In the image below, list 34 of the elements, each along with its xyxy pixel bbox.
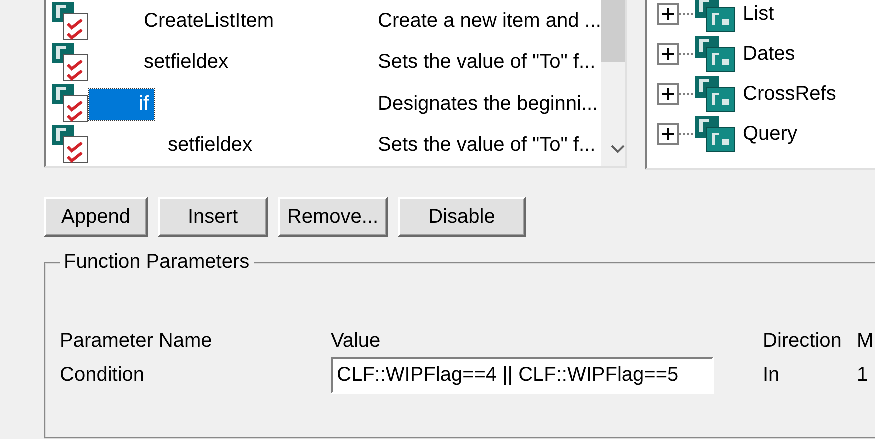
direction-value: In — [763, 364, 781, 387]
function-group-icon — [695, 116, 735, 152]
tree-item[interactable]: Query — [743, 122, 798, 146]
column-header: Value — [331, 330, 382, 353]
expand-icon[interactable] — [657, 43, 679, 65]
group-title: Function Parameters — [63, 251, 251, 274]
value-field[interactable]: CLF::WIPFlag==4 || CLF::WIPFlag==5 — [331, 357, 714, 394]
expand-icon[interactable] — [657, 83, 679, 105]
column-header: Parameter Name — [60, 330, 214, 353]
tree-item[interactable]: List — [743, 2, 774, 26]
function-name[interactable]: if — [89, 88, 154, 120]
parameter-name: Condition — [60, 364, 146, 387]
function-description: Create a new item and ... — [378, 10, 602, 34]
function-group-icon — [695, 76, 735, 112]
table-cell-text: 1 — [857, 364, 870, 387]
tree-item[interactable]: Dates — [743, 42, 796, 66]
column-header: M — [857, 330, 875, 353]
scrollbar[interactable] — [601, 0, 625, 166]
action-button[interactable]: Insert — [158, 197, 268, 237]
chevron-down-icon[interactable] — [611, 144, 625, 154]
column-header: Direction — [763, 330, 843, 353]
action-button[interactable]: Remove... — [278, 197, 388, 237]
function-group-icon — [695, 36, 735, 72]
function-description: Designates the beginni... — [378, 92, 598, 116]
function-name[interactable]: setfieldex — [168, 130, 252, 161]
function-description: Sets the value of "To" f... — [378, 51, 596, 74]
function-description: Sets the value of "To" f... — [378, 134, 596, 157]
expand-icon[interactable] — [657, 123, 679, 145]
expand-icon[interactable] — [657, 3, 679, 25]
action-button[interactable]: Disable — [398, 197, 526, 237]
function-name[interactable]: setfieldex — [144, 47, 228, 78]
function-name[interactable]: CreateListItem — [144, 6, 274, 38]
action-button[interactable]: Append — [44, 197, 148, 237]
tree-item[interactable]: CrossRefs — [743, 82, 836, 106]
